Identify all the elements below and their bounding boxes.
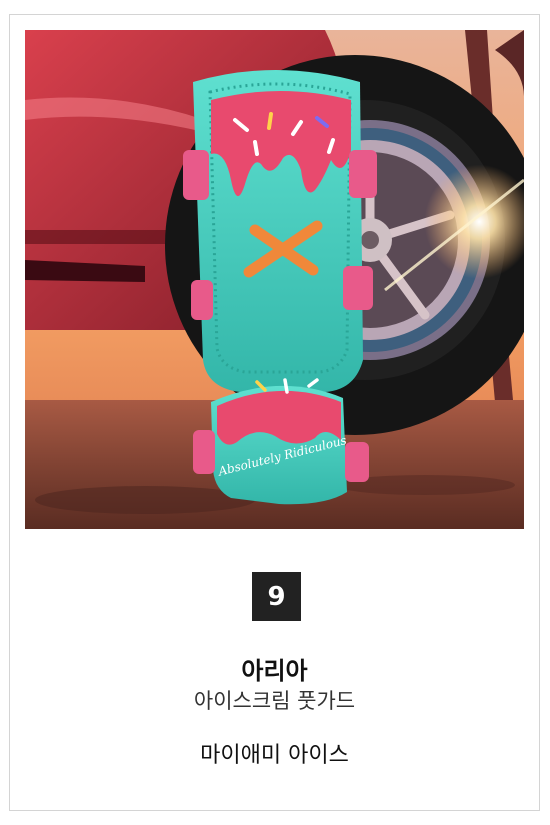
guard-upper [183,70,377,392]
product-card[interactable]: Absolutely Ridiculous 9 아리아 아이스크림 풋가드 마이… [9,14,540,811]
brand-name: 아리아 [241,657,308,685]
guard-lower: Absolutely Ridiculous [193,378,369,505]
colorway-name: 마이애미 아이스 [200,743,349,768]
rank-badge: 9 [252,572,301,621]
product-image[interactable]: Absolutely Ridiculous [25,30,524,529]
product-name: 아이스크림 풋가드 [193,689,356,713]
